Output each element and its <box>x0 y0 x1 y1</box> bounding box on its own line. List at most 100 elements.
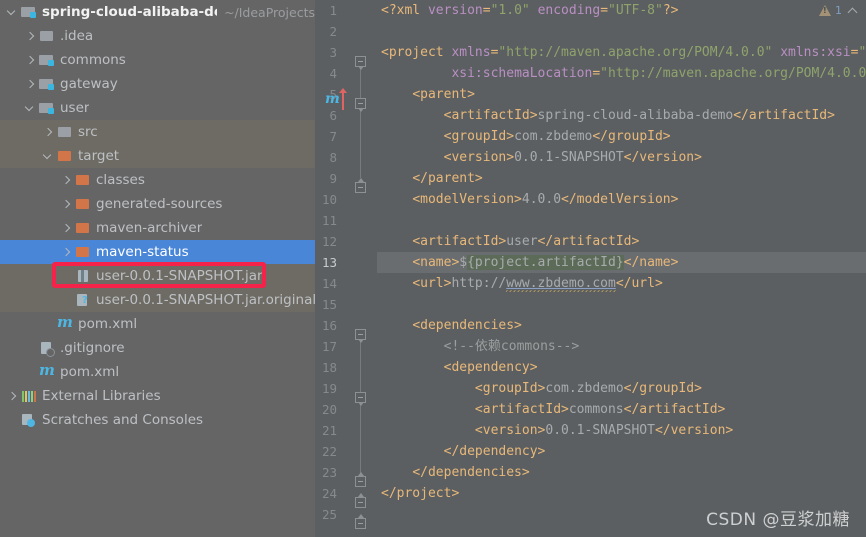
tree-item-label: user-0.0.1-SNAPSHOT.jar.original <box>96 292 315 308</box>
tree-row-external-libraries[interactable]: External Libraries <box>0 384 315 408</box>
tree-row-commons[interactable]: commons <box>0 48 315 72</box>
line-number: 22 <box>321 444 337 459</box>
code-line: </dependency> <box>443 444 546 459</box>
code-line: <url>http://www.zbdemo.com</url> <box>412 276 663 292</box>
maven-reimport-icon[interactable]: m <box>325 91 340 107</box>
code-content[interactable]: <?xml version="1.0" encoding="UTF-8"?> <… <box>377 0 866 537</box>
tree-row-pom-xml[interactable]: pom.xml <box>0 360 315 384</box>
line-number: 21 <box>321 423 337 438</box>
chevron-down-icon[interactable] <box>42 150 55 163</box>
chevron-right-icon[interactable] <box>60 198 73 211</box>
fold-toggle-dependencies-close[interactable] <box>355 493 366 508</box>
chevron-right-icon[interactable] <box>42 126 55 139</box>
warning-triangle-icon <box>819 5 831 16</box>
tree-item-label: target <box>78 148 120 164</box>
fold-toggle-project[interactable] <box>355 56 366 70</box>
fold-toggle-dependency-close[interactable] <box>355 472 366 487</box>
tree-row-user-0-0-1-snapshot-jar[interactable]: user-0.0.1-SNAPSHOT.jar <box>0 264 315 288</box>
tree-row-project-root[interactable]: spring-cloud-alibaba-demo ~/IdeaProjects <box>0 0 315 24</box>
library-bar <box>31 391 33 402</box>
tree-row-scratches-and-consoles[interactable]: Scratches and Consoles <box>0 408 315 432</box>
tree-row-classes[interactable]: classes <box>0 168 315 192</box>
jar-icon <box>75 268 91 284</box>
line-number: 16 <box>321 318 337 333</box>
fold-toggle-dependencies-open[interactable] <box>355 329 366 343</box>
no-chevron-icon <box>24 366 37 379</box>
tree-item-label: src <box>78 124 98 140</box>
code-line: <project xmlns="http://maven.apache.org/… <box>381 45 866 60</box>
tree-item-label: .idea <box>60 28 94 44</box>
library-bar <box>28 391 30 402</box>
tree-row-generated-sources[interactable]: generated-sources <box>0 192 315 216</box>
line-number: 24 <box>321 486 337 501</box>
fold-toggle-parent-close[interactable] <box>355 178 366 193</box>
module-folder-icon <box>39 76 55 92</box>
maven-icon <box>39 361 55 380</box>
code-line: <groupId>com.zbdemo</groupId> <box>474 381 702 396</box>
tree-row-user[interactable]: user <box>0 96 315 120</box>
tree-item-list: .idea commons gateway user src target classes g… <box>0 24 315 432</box>
line-number: 19 <box>321 381 337 396</box>
project-tool-window[interactable]: spring-cloud-alibaba-demo ~/IdeaProjects… <box>0 0 315 537</box>
fold-guide-line-project <box>360 58 361 178</box>
tree-row-user-0-0-1-snapshot-jar-original[interactable]: user-0.0.1-SNAPSHOT.jar.original <box>0 288 315 312</box>
tree-item-label: maven-archiver <box>96 220 203 236</box>
code-line: </project> <box>381 486 460 501</box>
tree-row--gitignore[interactable]: .gitignore <box>0 336 315 360</box>
line-number: 6 <box>329 108 337 123</box>
tree-item-label: Scratches and Consoles <box>42 412 204 428</box>
code-line: xsi:schemaLocation="http://maven.apache.… <box>451 66 866 81</box>
module-folder-icon <box>39 100 55 116</box>
tree-row-target[interactable]: target <box>0 144 315 168</box>
code-line: <modelVersion>4.0.0</modelVersion> <box>412 192 679 207</box>
code-line: <artifactId>user</artifactId> <box>412 234 640 249</box>
idea-window: spring-cloud-alibaba-demo ~/IdeaProjects… <box>0 0 866 537</box>
chevron-right-icon[interactable] <box>60 246 73 259</box>
line-number: 10 <box>321 192 337 207</box>
line-number: 9 <box>329 171 337 186</box>
code-line: <version>0.0.1-SNAPSHOT</version> <box>443 150 702 165</box>
tree-item-label: maven-status <box>96 244 189 260</box>
module-folder-icon <box>39 52 55 68</box>
tree-row-maven-status[interactable]: maven-status <box>0 240 315 264</box>
tree-item-label: user <box>60 100 90 116</box>
inspection-widget[interactable]: 1 <box>819 4 858 17</box>
chevron-up-icon[interactable] <box>849 6 858 15</box>
tree-row-pom-xml[interactable]: pom.xml <box>0 312 315 336</box>
fold-toggle-parent-open[interactable] <box>355 98 366 112</box>
excluded-folder-icon <box>75 244 91 260</box>
tree-row-src[interactable]: src <box>0 120 315 144</box>
fold-toggle-dependency-open[interactable] <box>355 392 366 406</box>
jar-original-icon <box>75 292 91 308</box>
chevron-right-icon[interactable] <box>24 30 37 43</box>
excluded-folder-icon <box>75 220 91 236</box>
chevron-down-icon[interactable] <box>6 6 19 19</box>
tree-row--idea[interactable]: .idea <box>0 24 315 48</box>
library-bar <box>22 391 24 402</box>
chevron-right-icon[interactable] <box>24 78 37 91</box>
maven-reimport-arrow-icon[interactable] <box>339 88 347 110</box>
chevron-right-icon[interactable] <box>24 54 37 67</box>
tree-row-gateway[interactable]: gateway <box>0 72 315 96</box>
chevron-right-icon[interactable] <box>6 390 19 403</box>
editor-gutter[interactable]: 1 2 3 4 5 6 7 8 9 10 11 12 13 14 15 16 17 18 19 20 21 22 23 24 2… <box>315 0 377 537</box>
folder-icon <box>39 28 55 44</box>
code-line: <dependency> <box>443 360 538 375</box>
chevron-right-icon[interactable] <box>60 222 73 235</box>
tree-item-label: user-0.0.1-SNAPSHOT.jar <box>96 268 263 284</box>
line-number: 17 <box>321 339 337 354</box>
chevron-down-icon[interactable] <box>24 102 37 115</box>
chevron-right-icon[interactable] <box>60 174 73 187</box>
tree-row-maven-archiver[interactable]: maven-archiver <box>0 216 315 240</box>
code-line: <artifactId>commons</artifactId> <box>474 402 726 417</box>
line-number: 12 <box>321 234 337 249</box>
fold-toggle-project-close[interactable] <box>355 514 366 529</box>
libraries-icon <box>21 388 37 404</box>
code-editor[interactable]: 1 2 3 4 5 6 7 8 9 10 11 12 13 14 15 16 17 18 19 20 21 22 23 24 2… <box>315 0 866 537</box>
module-folder-icon <box>21 4 37 20</box>
tree-item-label: gateway <box>60 76 118 92</box>
warning-count: 1 <box>835 4 842 17</box>
project-root-path: ~/IdeaProjects <box>224 4 315 20</box>
line-number: 8 <box>329 150 337 165</box>
line-number: 20 <box>321 402 337 417</box>
